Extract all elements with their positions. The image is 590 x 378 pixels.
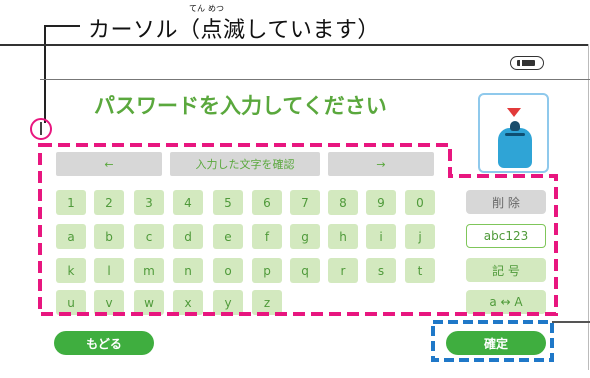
keyboard-highlight-outline (38, 143, 558, 316)
confirm-highlight-outline (431, 320, 554, 362)
confirm-leader-line (552, 321, 590, 323)
highlight-overlay (38, 143, 558, 362)
